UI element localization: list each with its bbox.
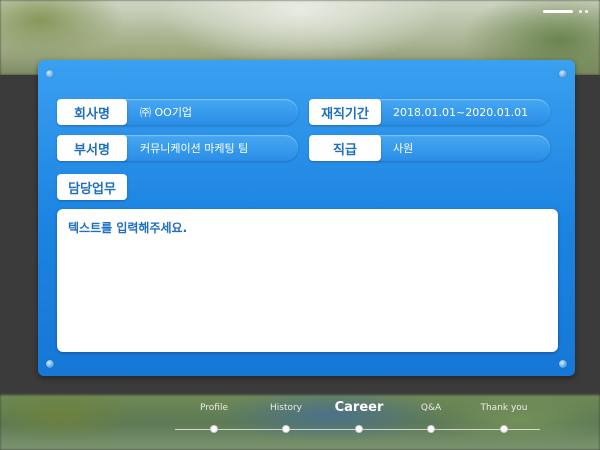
- nav-item-qa[interactable]: Q&A: [396, 400, 466, 433]
- rivet-icon: [46, 70, 54, 78]
- nav-dot-icon: [500, 425, 508, 433]
- nav-dot-icon: [282, 425, 290, 433]
- nav-item-history[interactable]: History: [251, 400, 321, 433]
- department-label: 부서명: [57, 135, 127, 161]
- position-label: 직급: [309, 135, 381, 161]
- nav-label: Career: [334, 400, 384, 415]
- nav-item-career[interactable]: Career: [324, 400, 394, 433]
- duties-placeholder: 텍스트를 입력해주세요.: [68, 221, 188, 235]
- rivet-icon: [559, 360, 567, 368]
- more-dots-icon: [579, 10, 588, 13]
- duties-textarea[interactable]: 텍스트를 입력해주세요.: [57, 209, 558, 352]
- department-row: 부서명 커뮤니케이션 마케팅 팀: [57, 135, 298, 161]
- position-value[interactable]: 사원: [377, 135, 550, 161]
- nav-label: History: [269, 403, 303, 413]
- nav-dot-icon: [427, 425, 435, 433]
- company-row: 회사명 ㈜ OO기업: [57, 99, 298, 125]
- menu-line-icon: [543, 10, 573, 13]
- nav-dot-icon: [355, 425, 363, 433]
- position-row: 직급 사원: [309, 135, 550, 161]
- section-nav: Profile History Career Q&A Thank you: [0, 400, 600, 440]
- rivet-icon: [559, 70, 567, 78]
- company-label: 회사명: [57, 99, 127, 125]
- career-panel: 회사명 ㈜ OO기업 재직기간 2018.01.01~2020.01.01 부서…: [38, 60, 575, 376]
- period-row: 재직기간 2018.01.01~2020.01.01: [309, 99, 550, 125]
- nav-item-profile[interactable]: Profile: [179, 400, 249, 433]
- nav-label: Thank you: [480, 403, 528, 413]
- company-value[interactable]: ㈜ OO기업: [123, 99, 298, 125]
- nav-item-thank-you[interactable]: Thank you: [469, 400, 539, 433]
- nav-label: Q&A: [420, 403, 442, 413]
- rivet-icon: [46, 360, 54, 368]
- period-label: 재직기간: [309, 99, 381, 125]
- duties-label: 담당업무: [57, 174, 127, 200]
- nav-label: Profile: [200, 403, 228, 413]
- period-value[interactable]: 2018.01.01~2020.01.01: [377, 99, 550, 125]
- menu-icon[interactable]: [543, 10, 588, 13]
- department-value[interactable]: 커뮤니케이션 마케팅 팀: [123, 135, 298, 161]
- nav-dot-icon: [210, 425, 218, 433]
